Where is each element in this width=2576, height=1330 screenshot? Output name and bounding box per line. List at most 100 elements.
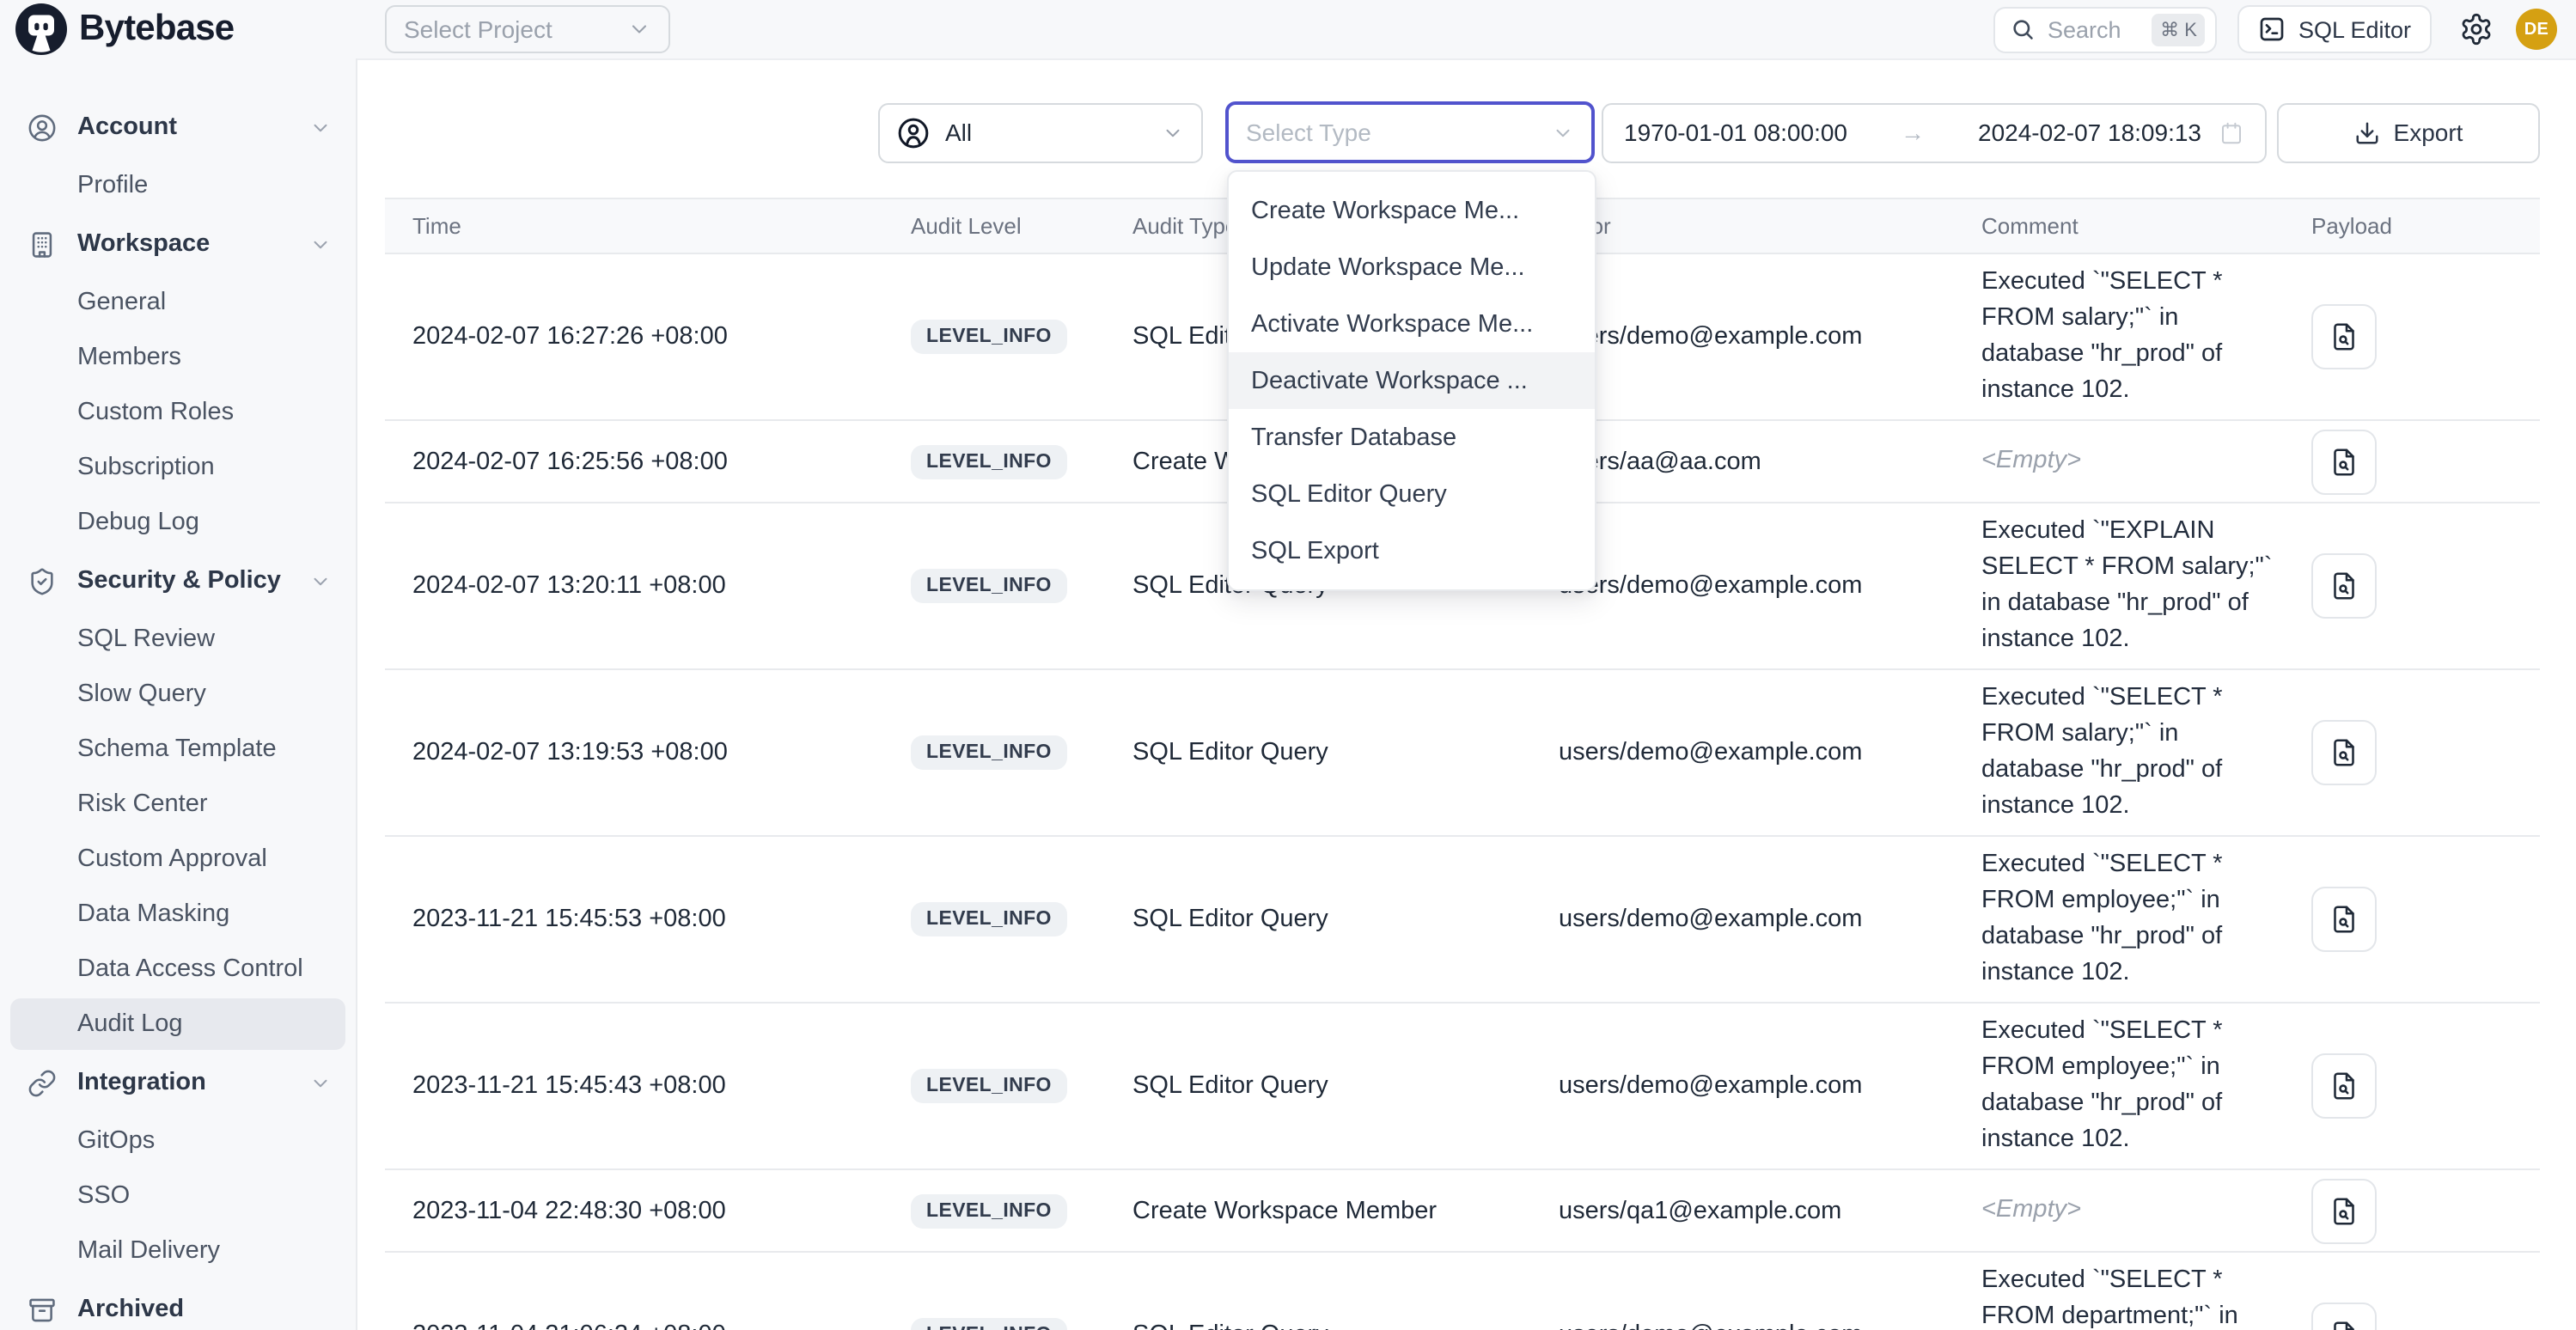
sidebar-section-workspace[interactable]: Workspace <box>0 213 356 275</box>
level-badge: LEVEL_INFO <box>911 1193 1067 1228</box>
cell-actor: users/demo@example.com <box>1559 739 1981 766</box>
sidebar-item-custom-roles[interactable]: Custom Roles <box>0 385 356 440</box>
chevron-down-icon <box>309 570 332 592</box>
cell-actor: users/demo@example.com <box>1559 1072 1981 1100</box>
cell-actor: users/demo@example.com <box>1559 906 1981 933</box>
topbar-divider <box>357 58 2576 60</box>
table-row: 2023-11-21 15:45:53 +08:00 LEVEL_INFO SQ… <box>385 837 2540 1004</box>
cell-payload <box>2311 429 2540 494</box>
export-label: Export <box>2394 119 2463 146</box>
chevron-down-icon <box>627 17 651 41</box>
sidebar-item-custom-approval[interactable]: Custom Approval <box>0 832 356 887</box>
cell-payload <box>2311 720 2540 785</box>
view-payload-button[interactable] <box>2311 1178 2377 1243</box>
cell-actor: users/demo@example.com <box>1559 1321 1981 1330</box>
actor-filter-select[interactable]: All <box>878 102 1203 162</box>
arrow-right-icon: → <box>1847 119 1978 146</box>
sidebar-section-archived[interactable]: Archived <box>0 1278 356 1330</box>
column-header-actor: Actor <box>1559 213 1981 239</box>
search-shortcut-badge: ⌘ K <box>2152 13 2206 46</box>
sidebar-item-general[interactable]: General <box>0 275 356 330</box>
view-payload-button[interactable] <box>2311 553 2377 619</box>
cell-level: LEVEL_INFO <box>911 902 1132 936</box>
cell-time: 2023-11-21 15:45:53 +08:00 <box>412 906 911 933</box>
menu-item-transfer-database[interactable]: Transfer Database <box>1229 409 1595 466</box>
sidebar-item-subscription[interactable]: Subscription <box>0 440 356 495</box>
sidebar-section-account[interactable]: Account <box>0 96 356 158</box>
cell-actor: users/demo@example.com <box>1559 323 1981 351</box>
level-badge: LEVEL_INFO <box>911 320 1067 354</box>
sidebar-item-data-masking[interactable]: Data Masking <box>0 887 356 942</box>
view-payload-button[interactable] <box>2311 304 2377 369</box>
view-payload-button[interactable] <box>2311 720 2377 785</box>
sidebar-item-mail-delivery[interactable]: Mail Delivery <box>0 1223 356 1278</box>
sidebar-item-audit-log[interactable]: Audit Log <box>0 997 356 1052</box>
actor-filter-value: All <box>945 119 972 146</box>
sidebar-section-security-policy[interactable]: Security & Policy <box>0 550 356 612</box>
bytebase-logo[interactable]: Bytebase <box>0 3 357 55</box>
sidebar-item-data-access-control[interactable]: Data Access Control <box>0 942 356 997</box>
topbar: Bytebase Select Project Search ⌘ K SQL E… <box>0 0 2576 58</box>
filter-bar: All Select Type 1970-01-01 08:00:00 → 20… <box>878 101 2540 163</box>
view-payload-button[interactable] <box>2311 887 2377 952</box>
sql-editor-button[interactable]: SQL Editor <box>2238 5 2432 53</box>
view-payload-button[interactable] <box>2311 429 2377 494</box>
export-button[interactable]: Export <box>2277 102 2540 162</box>
sidebar-item-sql-review[interactable]: SQL Review <box>0 612 356 667</box>
cell-level: LEVEL_INFO <box>911 1069 1132 1103</box>
menu-item-sql-export[interactable]: SQL Export <box>1229 522 1595 579</box>
sidebar-item-members[interactable]: Members <box>0 330 356 385</box>
date-range-picker[interactable]: 1970-01-01 08:00:00 → 2024-02-07 18:09:1… <box>1602 102 2267 162</box>
cell-payload <box>2311 553 2540 619</box>
menu-item-deactivate-workspace-member[interactable]: Deactivate Workspace ... <box>1229 352 1595 409</box>
cell-comment: Executed `"SELECT * FROM salary;"` in da… <box>1981 254 2311 419</box>
menu-item-create-workspace-member[interactable]: Create Workspace Me... <box>1229 182 1595 239</box>
cell-actor: users/demo@example.com <box>1559 572 1981 600</box>
type-filter-select[interactable]: Select Type <box>1225 101 1595 163</box>
sidebar: Account Profile Workspace General Member… <box>0 58 357 1330</box>
cell-comment: <Empty> <box>1981 1182 2311 1239</box>
cell-time: 2024-02-07 16:25:56 +08:00 <box>412 448 911 475</box>
project-select-placeholder: Select Project <box>404 15 552 43</box>
search-input[interactable]: Search ⌘ K <box>1994 6 2218 52</box>
cell-level: LEVEL_INFO <box>911 444 1132 479</box>
avatar[interactable]: DE <box>2516 9 2557 50</box>
user-circle-icon <box>897 116 930 149</box>
cell-type: SQL Editor Query <box>1132 1321 1559 1330</box>
table-row: 2023-11-21 15:45:43 +08:00 LEVEL_INFO SQ… <box>385 1004 2540 1170</box>
cell-level: LEVEL_INFO <box>911 1193 1132 1228</box>
cell-type: SQL Editor Query <box>1132 906 1559 933</box>
view-payload-button[interactable] <box>2311 1053 2377 1119</box>
bytebase-logo-icon <box>15 3 67 55</box>
view-payload-button[interactable] <box>2311 1303 2377 1330</box>
brand-name: Bytebase <box>79 9 234 50</box>
sidebar-item-schema-template[interactable]: Schema Template <box>0 722 356 777</box>
level-badge: LEVEL_INFO <box>911 902 1067 936</box>
user-circle-icon <box>27 113 57 142</box>
bytebase-app: Bytebase Select Project Search ⌘ K SQL E… <box>0 0 2576 1330</box>
gear-icon[interactable] <box>2459 12 2494 46</box>
column-header-payload: Payload <box>2311 213 2540 239</box>
menu-item-sql-editor-query[interactable]: SQL Editor Query <box>1229 466 1595 522</box>
project-select[interactable]: Select Project <box>385 5 670 53</box>
sidebar-item-gitops[interactable]: GitOps <box>0 1113 356 1168</box>
sidebar-item-debug-log[interactable]: Debug Log <box>0 495 356 550</box>
cell-payload <box>2311 887 2540 952</box>
cell-level: LEVEL_INFO <box>911 320 1132 354</box>
sidebar-item-risk-center[interactable]: Risk Center <box>0 777 356 832</box>
cell-actor: users/qa1@example.com <box>1559 1197 1981 1224</box>
sidebar-item-profile[interactable]: Profile <box>0 158 356 213</box>
sidebar-item-sso[interactable]: SSO <box>0 1168 356 1223</box>
cell-payload <box>2311 1053 2540 1119</box>
cell-level: LEVEL_INFO <box>911 1318 1132 1330</box>
sidebar-item-slow-query[interactable]: Slow Query <box>0 667 356 722</box>
calendar-icon <box>2219 119 2244 145</box>
search-icon <box>2011 17 2036 41</box>
sidebar-section-integration[interactable]: Integration <box>0 1052 356 1113</box>
menu-item-update-workspace-member[interactable]: Update Workspace Me... <box>1229 239 1595 296</box>
menu-item-activate-workspace-member[interactable]: Activate Workspace Me... <box>1229 296 1595 352</box>
cell-time: 2023-11-21 15:45:43 +08:00 <box>412 1072 911 1100</box>
link-icon <box>27 1068 57 1097</box>
level-badge: LEVEL_INFO <box>911 1069 1067 1103</box>
cell-type: SQL Editor Query <box>1132 739 1559 766</box>
